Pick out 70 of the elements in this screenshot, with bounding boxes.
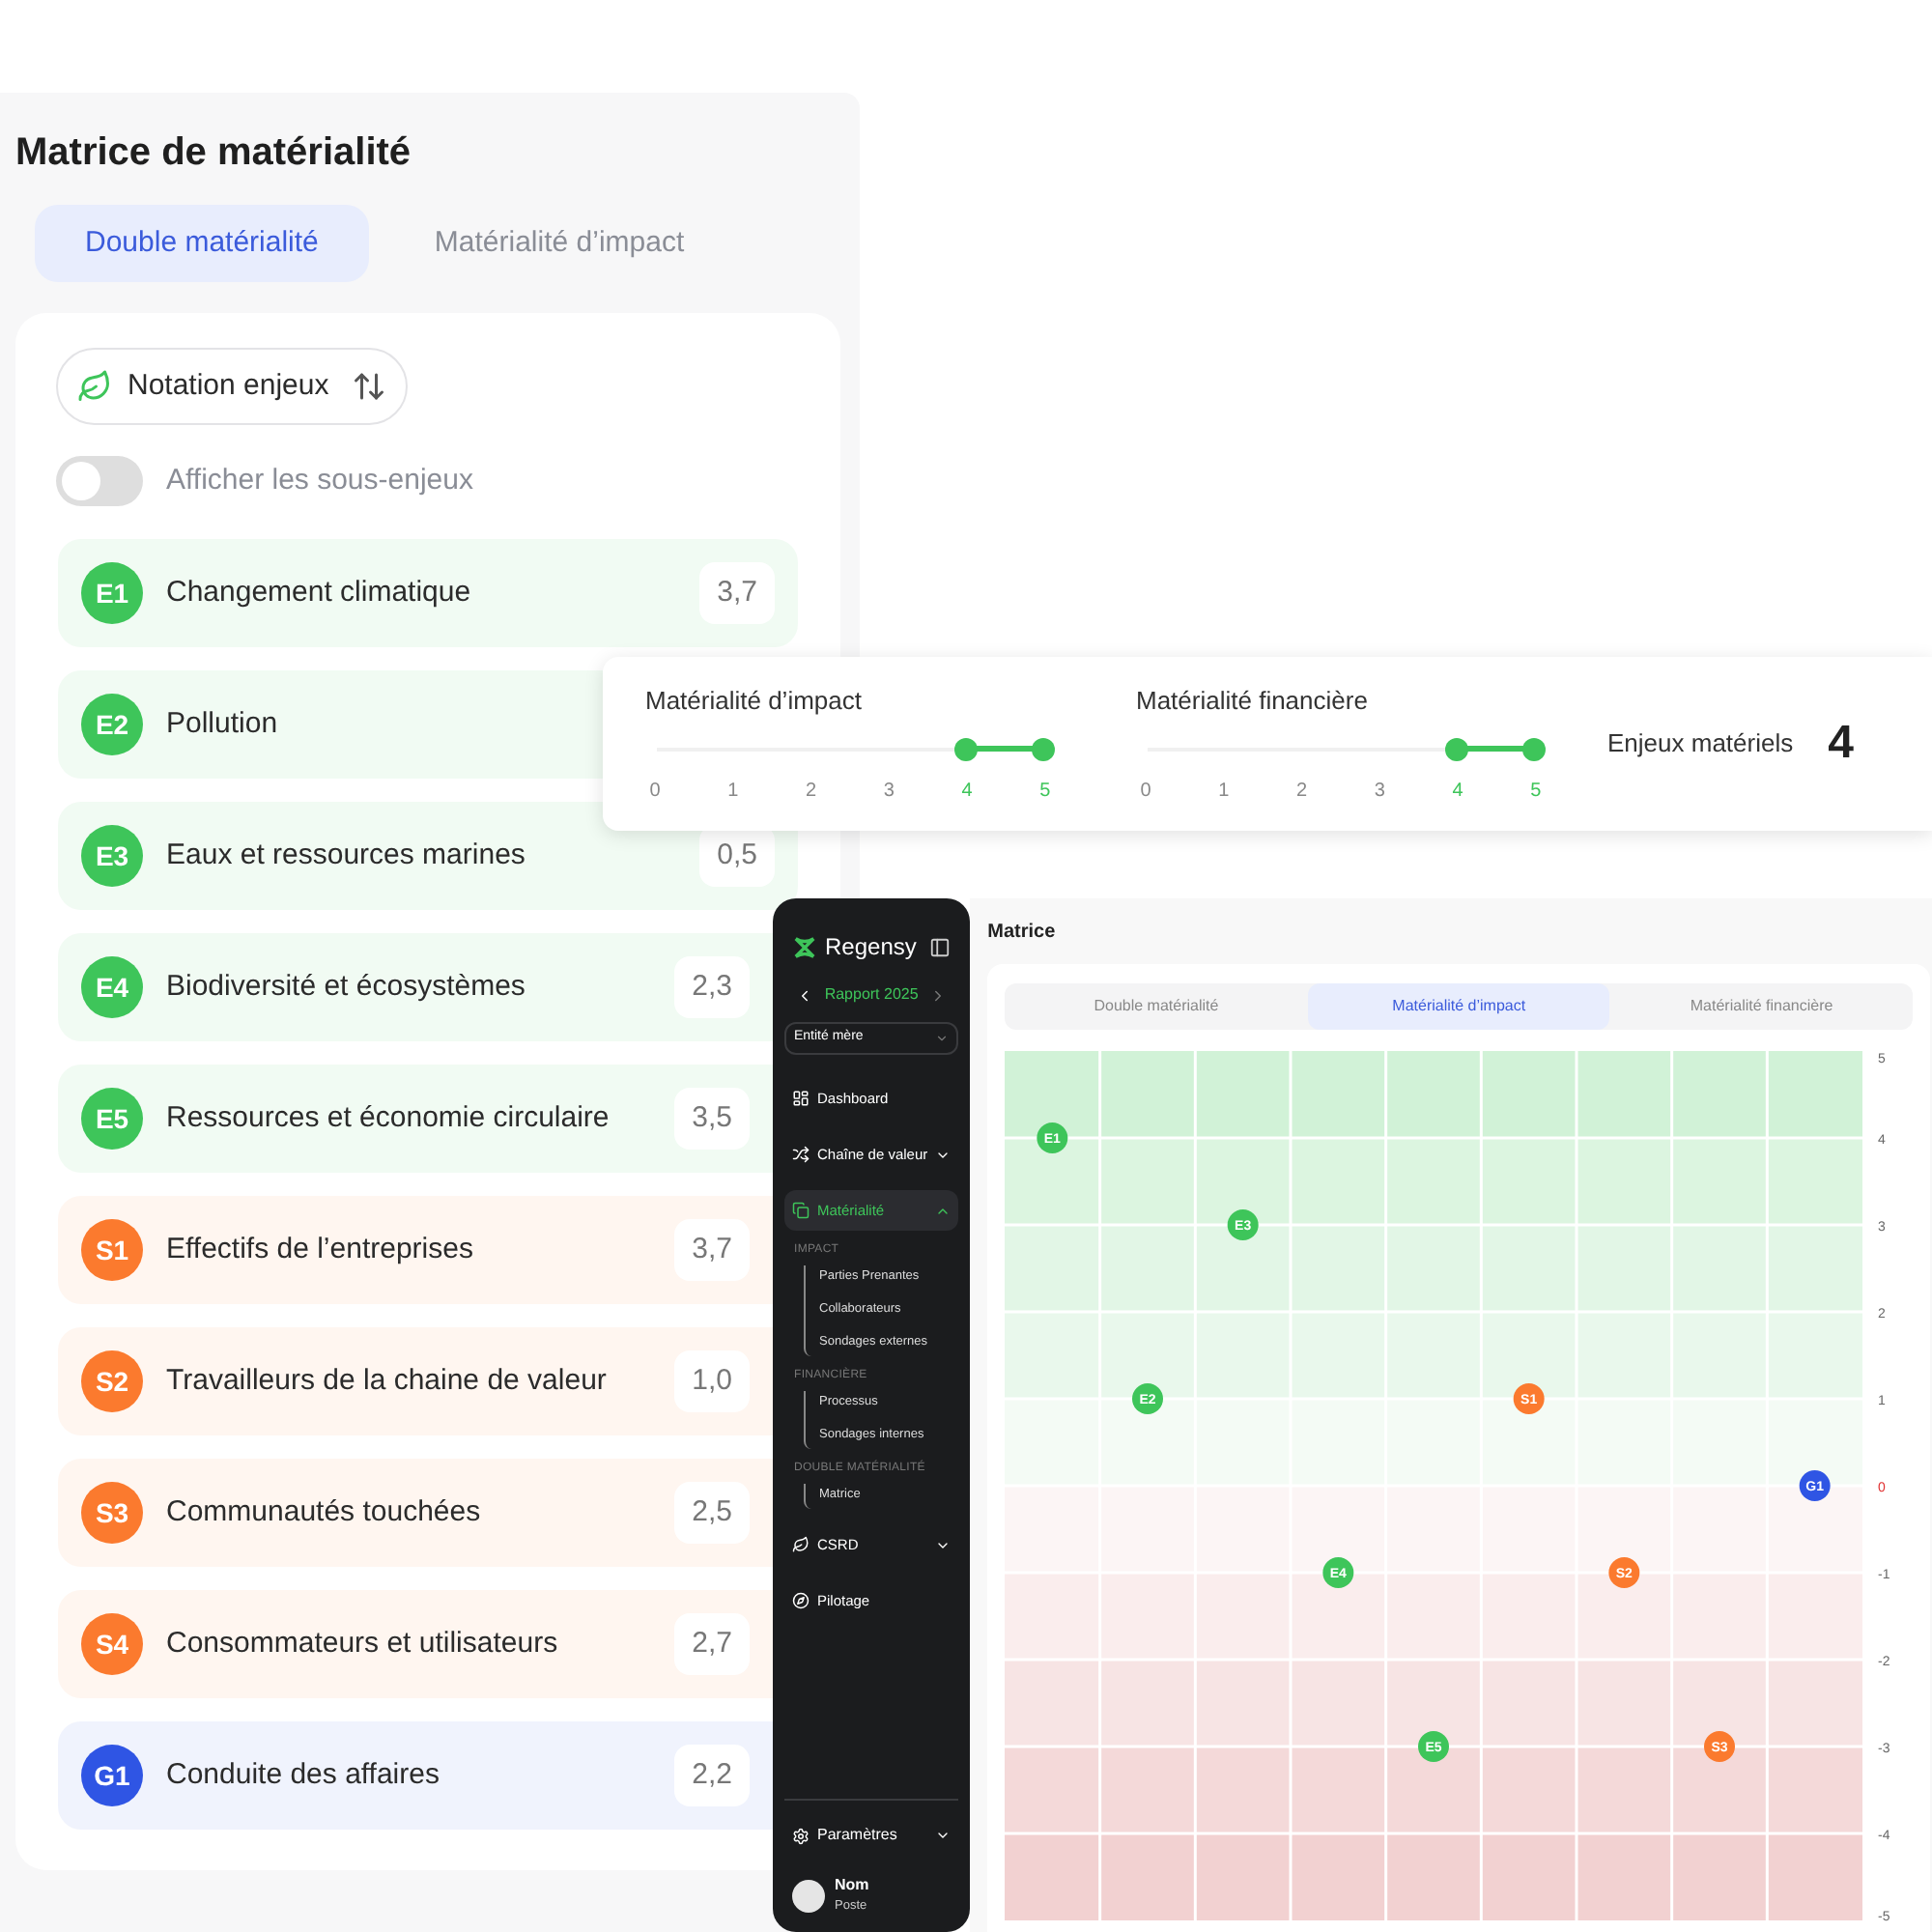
leaf-icon — [77, 369, 112, 404]
slider-label: Matérialité financière — [1136, 683, 1370, 719]
issue-score: 2,2 — [674, 1744, 750, 1807]
collapse-icon[interactable] — [929, 936, 952, 957]
issue-label: Effectifs de l’entreprises — [166, 1230, 475, 1269]
tab[interactable]: Matérialité d’impact — [1307, 983, 1610, 1030]
tick-label: 2 — [804, 779, 819, 807]
issue-row[interactable]: E4 Biodiversité et écosystèmes 2,3 — [58, 933, 773, 1041]
issue-row[interactable]: E5 Ressources et économie circulaire 3,5 — [58, 1065, 773, 1173]
issue-score: 1,0 — [674, 1350, 750, 1413]
tick-label: 4 — [1450, 779, 1465, 807]
slider-label: Matérialité d’impact — [645, 683, 864, 719]
slider-thumb[interactable] — [954, 738, 978, 762]
tick-label: 1 — [725, 779, 741, 807]
slider-thumb[interactable] — [1445, 738, 1468, 762]
issue-label: Ressources et économie circulaire — [166, 1098, 611, 1138]
tick-label: 0 — [1138, 779, 1153, 807]
tick-label: 1 — [1216, 779, 1232, 807]
issue-row[interactable]: E1 Changement climatique 3,7 — [58, 539, 798, 647]
issue-row[interactable]: E3 Eaux et ressources marines 0,5 — [58, 802, 798, 910]
issue-label: Conduite des affaires — [166, 1755, 441, 1795]
issue-row[interactable]: E2 Pollution — [58, 670, 603, 779]
issue-score: 2,7 — [674, 1612, 750, 1676]
tick-label: 5 — [1037, 779, 1053, 807]
shuffle-icon — [792, 1146, 810, 1163]
tick-label: 2 — [1294, 779, 1310, 807]
tab[interactable]: Double matérialité — [35, 205, 369, 282]
tick-label: 3 — [1372, 779, 1387, 807]
sort-button[interactable]: Notation enjeux — [56, 348, 409, 425]
user-name: Nom — [835, 1874, 869, 1898]
page-title: Matrice — [987, 920, 1058, 947]
issue-label: Travailleurs de la chaine de valeur — [166, 1361, 609, 1401]
copy-icon — [792, 1202, 810, 1219]
issue-score: 2,3 — [674, 955, 750, 1019]
issue-score: 3,7 — [674, 1218, 750, 1282]
issue-label: Eaux et ressources marines — [166, 836, 527, 875]
issue-label: Communautés touchées — [166, 1492, 483, 1532]
brand-name: Regensy — [825, 931, 919, 964]
issue-row[interactable]: S1 Effectifs de l’entreprises 3,7 — [58, 1196, 773, 1304]
leaf-icon — [792, 1536, 810, 1553]
logo-icon — [792, 934, 817, 959]
tick-label: 5 — [1528, 779, 1544, 807]
avatar — [792, 1879, 825, 1913]
slider-thumb[interactable] — [1522, 738, 1546, 762]
issue-row[interactable]: S3 Communautés touchées 2,5 — [58, 1459, 773, 1567]
compass-icon — [792, 1592, 810, 1609]
settings-item[interactable]: Paramètres — [784, 1816, 959, 1856]
issue-score: 2,5 — [674, 1481, 750, 1545]
toggle-label: Afficher les sous-enjeux — [166, 461, 473, 500]
issue-row[interactable]: S4 Consommateurs et utilisateurs 2,7 — [58, 1590, 773, 1698]
issue-score: 3,7 — [699, 561, 775, 625]
issue-row[interactable]: G1 Conduite des affaires 2,2 — [58, 1721, 773, 1830]
issue-label: Changement climatique — [166, 573, 473, 612]
tick-label: 0 — [647, 779, 663, 807]
dashboard-icon — [792, 1090, 810, 1107]
count-value: 4 — [1828, 715, 1854, 773]
tick-label: 4 — [959, 779, 975, 807]
slider-thumb[interactable] — [1032, 738, 1055, 762]
issue-label: Biodiversité et écosystèmes — [166, 967, 527, 1007]
report-name[interactable]: Rapport 2025 — [824, 983, 919, 1007]
sort-icon — [352, 369, 387, 404]
caret-icon — [935, 1032, 950, 1045]
panel-title: Matrice de matérialité — [15, 129, 412, 178]
tick-label: 3 — [881, 779, 896, 807]
settings-icon — [792, 1827, 810, 1845]
issue-label: Pollution — [166, 704, 280, 744]
count-label: Enjeux matériels — [1607, 726, 1794, 762]
issue-label: Consommateurs et utilisateurs — [166, 1624, 560, 1663]
issue-row[interactable]: S2 Travailleurs de la chaine de valeur 1,0 — [58, 1327, 773, 1435]
issue-score: 3,5 — [674, 1087, 750, 1151]
